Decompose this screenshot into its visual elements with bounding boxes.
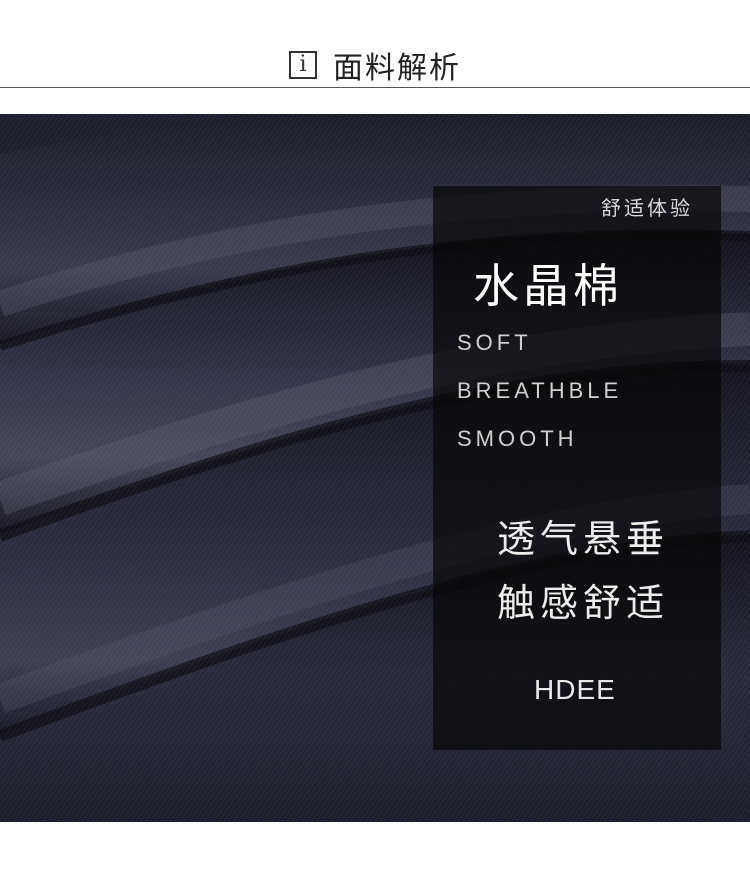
benefit-line-2: 触感舒适 xyxy=(497,581,670,625)
panel-subtitle: 舒适体验 xyxy=(601,196,693,220)
feature-breathable: BREATHBLE xyxy=(457,378,623,403)
fabric-name: 水晶棉 xyxy=(473,259,623,313)
info-icon: i xyxy=(289,51,317,79)
section-header: i 面料解析 xyxy=(0,0,750,114)
brand-name: HDEE xyxy=(534,674,616,705)
fabric-info-panel: 舒适体验 水晶棉 SOFT BREATHBLE SMOOTH 透气悬垂 触感舒适… xyxy=(433,186,721,750)
header-divider xyxy=(0,87,750,88)
header-title-group: i 面料解析 xyxy=(0,44,750,86)
feature-soft: SOFT xyxy=(457,330,532,355)
benefit-line-1: 透气悬垂 xyxy=(497,517,670,561)
feature-smooth: SMOOTH xyxy=(457,426,578,451)
section-title: 面料解析 xyxy=(333,51,461,86)
bottom-margin xyxy=(0,822,750,886)
